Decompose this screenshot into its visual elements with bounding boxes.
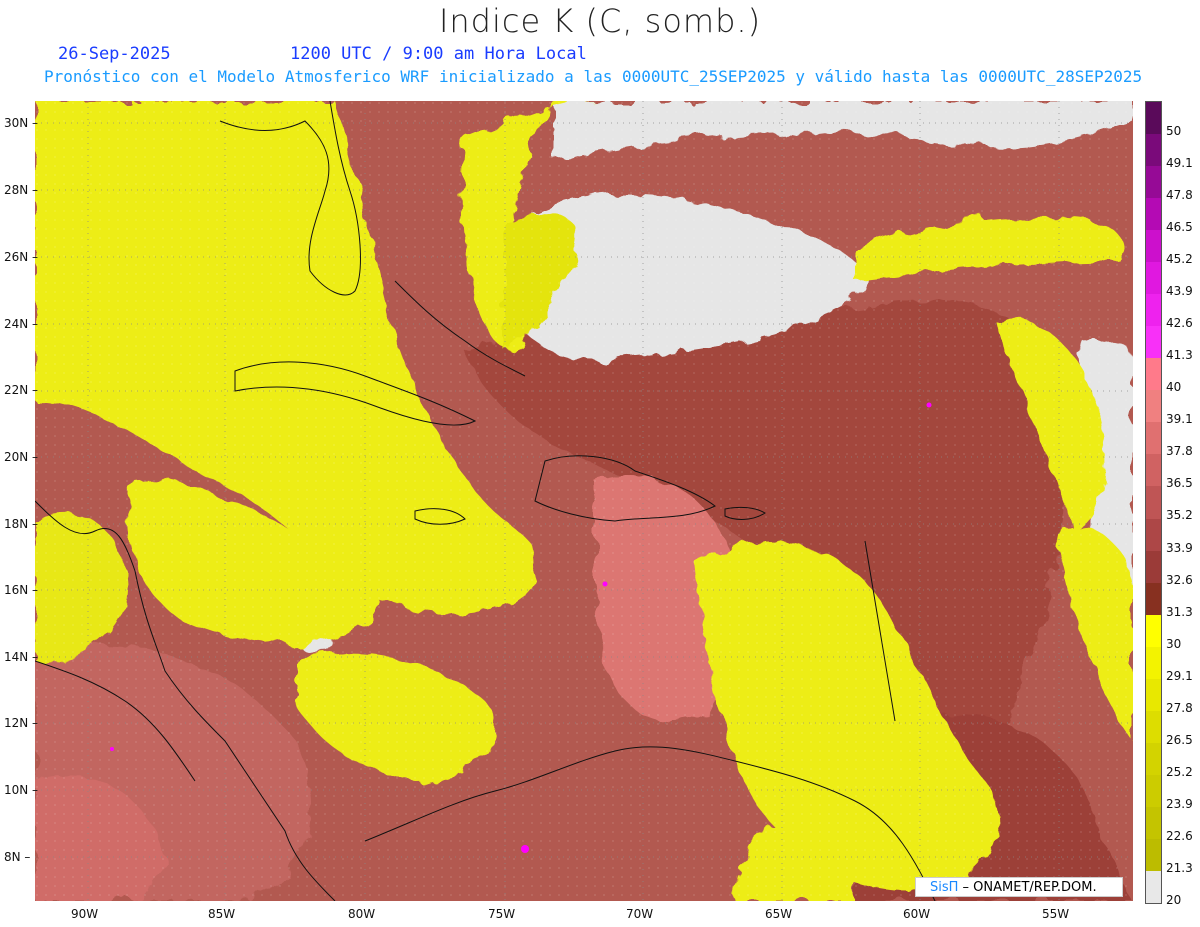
legend-swatch <box>1146 134 1161 167</box>
legend-swatch <box>1146 806 1161 840</box>
legend-label: 43.9 <box>1166 284 1193 299</box>
legend-label: 50 <box>1166 124 1182 138</box>
latitude-label: 20N – <box>4 450 39 464</box>
legend-label: 30 <box>1166 636 1182 651</box>
legend-label: 25.2 <box>1166 764 1193 779</box>
legend-swatch <box>1146 774 1161 808</box>
legend-swatch <box>1146 230 1161 263</box>
legend-label: 36.5 <box>1166 476 1193 491</box>
legend-label: 41.3 <box>1166 348 1193 363</box>
legend-swatch <box>1146 454 1161 487</box>
legend-swatch <box>1146 678 1161 712</box>
credit-box: SisΠ – ONAMET/REP.DOM. <box>915 877 1123 897</box>
longitude-label: 70W <box>626 907 654 921</box>
longitude-label: 60W <box>903 907 931 921</box>
legend-swatch <box>1146 198 1161 231</box>
forecast-valid-time: 1200 UTC / 9:00 am Hora Local <box>290 44 587 64</box>
legend-label: 45.2 <box>1166 252 1193 267</box>
legend-label: 27.8 <box>1166 700 1193 715</box>
legend-label: 42.6 <box>1166 316 1193 331</box>
legend-swatch <box>1146 614 1161 648</box>
color-legend <box>1145 101 1162 904</box>
map-title: Indice K (C, somb.) <box>438 2 762 40</box>
latitude-label: 24N – <box>4 317 39 331</box>
latitude-label: 12N – <box>4 716 39 730</box>
legend-swatch <box>1146 486 1161 519</box>
legend-swatch <box>1146 422 1161 455</box>
legend-label: 21.3 <box>1166 860 1193 875</box>
legend-swatch <box>1146 582 1161 616</box>
k-index-map[interactable] <box>35 101 1133 901</box>
latitude-label: 16N – <box>4 583 39 597</box>
legend-label: 46.5 <box>1166 220 1193 235</box>
legend-swatch <box>1146 294 1161 327</box>
forecast-date: 26-Sep-2025 <box>58 44 171 64</box>
legend-label: 39.1 <box>1166 412 1193 427</box>
longitude-label: 85W <box>208 907 236 921</box>
latitude-label: 8N – <box>4 850 31 864</box>
legend-label: 49.1 <box>1166 156 1193 171</box>
legend-swatch <box>1146 518 1161 552</box>
latitude-label: 14N – <box>4 650 39 664</box>
legend-swatch <box>1146 358 1161 391</box>
latitude-label: 10N – <box>4 783 39 797</box>
legend-swatch <box>1146 742 1161 776</box>
legend-label: 22.6 <box>1166 828 1193 843</box>
legend-label: 40 <box>1166 380 1182 395</box>
longitude-label: 65W <box>765 907 793 921</box>
legend-label: 37.8 <box>1166 444 1193 459</box>
legend-swatch <box>1146 390 1161 423</box>
longitude-label: 75W <box>488 907 516 921</box>
latitude-label: 18N – <box>4 517 39 531</box>
legend-label: 29.1 <box>1166 668 1193 683</box>
latitude-label: 28N – <box>4 183 39 197</box>
latitude-label: 30N – <box>4 116 39 130</box>
credit-text: – ONAMET/REP.DOM. <box>958 880 1097 895</box>
legend-label: 31.3 <box>1166 604 1193 619</box>
legend-label: 26.5 <box>1166 732 1193 747</box>
legend-label: 47.8 <box>1166 188 1193 203</box>
legend-label: 35.2 <box>1166 508 1193 523</box>
longitude-label: 80W <box>348 907 376 921</box>
longitude-label: 55W <box>1042 907 1070 921</box>
sispi-logo: SisΠ <box>930 880 959 895</box>
longitude-label: 90W <box>71 907 99 921</box>
legend-swatch <box>1146 262 1161 295</box>
legend-swatch <box>1146 102 1161 135</box>
legend-swatch <box>1146 870 1161 904</box>
k-max-spot <box>521 845 529 853</box>
legend-label: 20 <box>1166 892 1182 907</box>
latitude-label: 22N – <box>4 383 39 397</box>
legend-swatch <box>1146 646 1161 680</box>
legend-label: 23.9 <box>1166 796 1193 811</box>
legend-label: 33.9 <box>1166 540 1193 555</box>
model-description: Pronóstico con el Modelo Atmosferico WRF… <box>44 67 1143 86</box>
legend-swatch <box>1146 550 1161 584</box>
latitude-label: 26N – <box>4 250 39 264</box>
legend-swatch <box>1146 838 1161 872</box>
legend-swatch <box>1146 326 1161 359</box>
legend-swatch <box>1146 710 1161 744</box>
legend-swatch <box>1146 166 1161 199</box>
legend-label: 32.6 <box>1166 572 1193 587</box>
